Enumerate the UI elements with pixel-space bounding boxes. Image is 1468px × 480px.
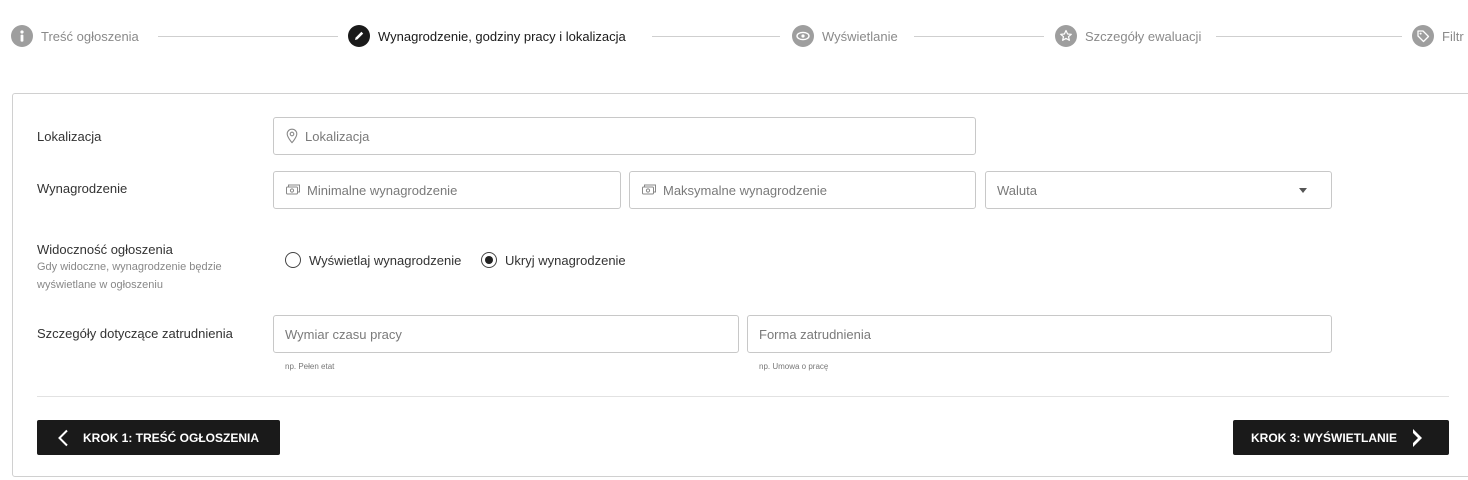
contract-type-hint: np. Umowa o pracę [759,362,829,371]
currency-select[interactable]: Waluta [985,171,1332,209]
max-salary-placeholder: Maksymalne wynagrodzenie [663,182,828,198]
caret-down-icon [1299,188,1307,193]
chevron-left-icon [57,429,69,447]
radio-hide-salary[interactable]: Ukryj wynagrodzenie [481,250,626,270]
location-input[interactable]: Lokalizacja [273,117,976,155]
eye-icon [792,25,814,47]
contract-type-input[interactable]: Forma zatrudnienia [747,315,1332,353]
radio-circle[interactable] [481,252,497,268]
visibility-sublabel-line2: wyświetlane w ogłoszeniu [37,279,163,291]
next-step-button[interactable]: KROK 3: WYŚWIETLANIE [1233,420,1449,455]
max-salary-input[interactable]: Maksymalne wynagrodzenie [629,171,976,209]
map-pin-icon [285,128,299,144]
step-wyswietlanie[interactable]: Wyświetlanie [792,24,898,48]
step-label: Filtr [1442,28,1464,44]
radio-label: Ukryj wynagrodzenie [505,252,626,268]
prev-step-button[interactable]: KROK 1: TREŚĆ OGŁOSZENIA [37,420,280,455]
radio-selected-dot [485,256,493,264]
step-connector [652,36,780,37]
step-connector [914,36,1044,37]
info-icon [11,25,33,47]
step-label: Treść ogłoszenia [41,28,139,44]
stepper: Treść ogłoszenia Wynagrodzenie, godziny … [0,0,1468,72]
money-icon [641,183,657,197]
visibility-sublabel-line1: Gdy widoczne, wynagrodzenie będzie [37,261,222,273]
radio-label: Wyświetlaj wynagrodzenie [309,252,462,268]
visibility-label-block: Widoczność ogłoszenia Gdy widoczne, wyna… [37,242,222,294]
min-salary-placeholder: Minimalne wynagrodzenie [307,182,458,198]
star-icon [1055,25,1077,47]
step-szczegoly-ewaluacji[interactable]: Szczegóły ewaluacji [1055,24,1201,48]
next-step-label: KROK 3: WYŚWIETLANIE [1251,430,1397,445]
radio-circle[interactable] [285,252,301,268]
visibility-label: Widoczność ogłoszenia [37,242,173,257]
money-icon [285,183,301,197]
radio-show-salary[interactable]: Wyświetlaj wynagrodzenie [285,250,461,270]
work-time-input[interactable]: Wymiar czasu pracy [273,315,739,353]
work-time-hint: np. Pełen etat [285,362,335,371]
step-label: Wynagrodzenie, godziny pracy i lokalizac… [378,28,626,44]
employment-label: Szczegóły dotyczące zatrudnienia [37,326,233,341]
currency-placeholder: Waluta [997,182,1037,198]
salary-label: Wynagrodzenie [37,181,128,196]
pencil-icon [348,25,370,47]
step-label: Szczegóły ewaluacji [1085,28,1202,44]
work-time-placeholder: Wymiar czasu pracy [285,326,402,342]
min-salary-input[interactable]: Minimalne wynagrodzenie [273,171,621,209]
tag-icon [1412,25,1434,47]
step-label: Wyświetlanie [822,28,898,44]
step-filtr[interactable]: Filtr [1412,24,1464,48]
step-connector [158,36,338,37]
chevron-right-icon [1411,428,1425,448]
step-wynagrodzenie[interactable]: Wynagrodzenie, godziny pracy i lokalizac… [348,24,626,48]
location-label: Lokalizacja [37,129,102,144]
step-tresc-ogloszenia[interactable]: Treść ogłoszenia [11,24,139,48]
contract-type-placeholder: Forma zatrudnienia [759,326,871,342]
step-connector [1216,36,1402,37]
prev-step-label: KROK 1: TREŚĆ OGŁOSZENIA [83,430,260,445]
location-placeholder: Lokalizacja [305,128,370,144]
divider [37,396,1449,397]
